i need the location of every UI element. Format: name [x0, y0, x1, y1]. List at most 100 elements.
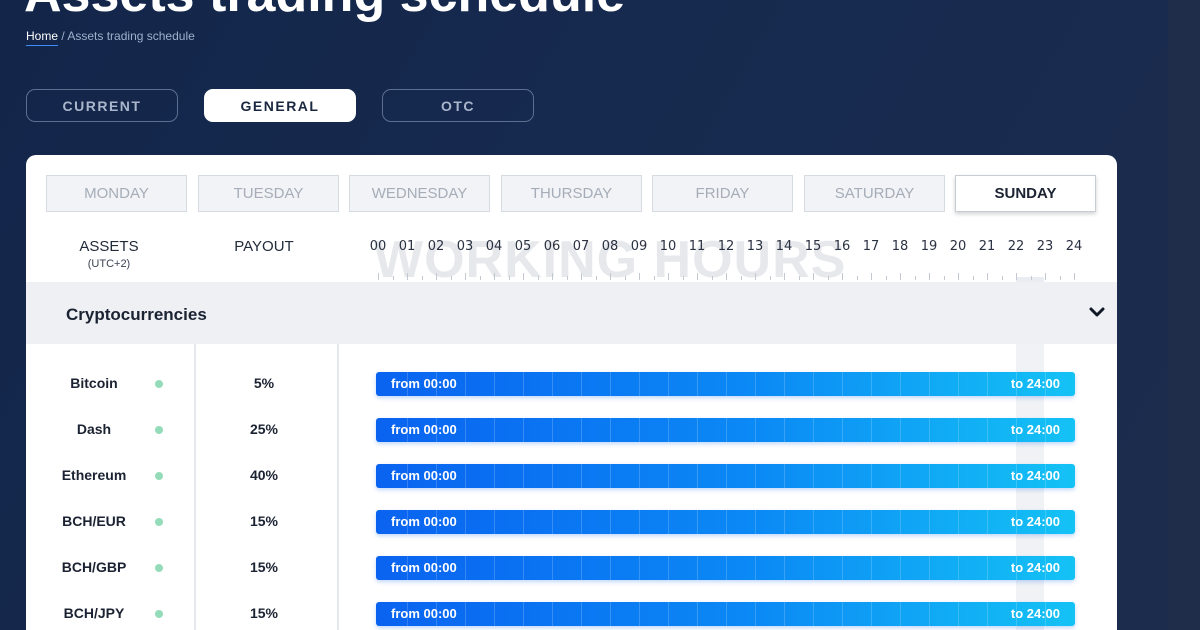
bar-hour-divider: [900, 372, 901, 396]
bar-hour-divider: [639, 464, 640, 488]
half-hour-tick: [508, 276, 510, 280]
bar-hour-divider: [813, 464, 814, 488]
hour-tick: [755, 273, 756, 280]
hour-tick: [958, 273, 959, 280]
day-tab-thursday[interactable]: THURSDAY: [501, 175, 642, 212]
asset-name: Dash: [76, 421, 112, 437]
hour-tick: [436, 273, 437, 280]
half-hour-tick: [566, 276, 568, 280]
bar-hour-divider: [755, 602, 756, 626]
half-hour-tick: [943, 276, 945, 280]
bar-hour-divider: [900, 418, 901, 442]
asset-payout: 5%: [253, 375, 275, 391]
asset-status-dot: [155, 610, 163, 618]
hour-tick: [987, 273, 988, 280]
bar-hour-divider: [813, 556, 814, 580]
asset-name: BCH/JPY: [63, 605, 125, 621]
asset-payout: 15%: [249, 605, 279, 621]
bar-hour-divider: [610, 418, 611, 442]
chevron-down-icon[interactable]: [1088, 305, 1106, 319]
trading-hours-bar: from 00:00 to 24:00: [376, 418, 1075, 442]
bar-hour-divider: [581, 556, 582, 580]
bar-from-label: from 00:00: [391, 514, 457, 529]
half-hour-tick: [827, 276, 829, 280]
bar-hour-divider: [610, 372, 611, 396]
asset-status-dot: [155, 564, 163, 572]
bar-hour-divider: [581, 602, 582, 626]
bar-hour-divider: [871, 602, 872, 626]
bar-hour-divider: [726, 602, 727, 626]
bar-hour-divider: [494, 602, 495, 626]
day-tab-friday[interactable]: FRIDAY: [652, 175, 793, 212]
half-hour-tick: [1030, 276, 1032, 280]
trading-hours-bar: from 00:00 to 24:00: [376, 510, 1075, 534]
asset-payout: 25%: [249, 421, 279, 437]
day-tab-sunday[interactable]: SUNDAY: [955, 175, 1096, 212]
tab-otc[interactable]: OTC: [382, 89, 534, 122]
day-tab-wednesday[interactable]: WEDNESDAY: [349, 175, 490, 212]
bar-hour-divider: [755, 372, 756, 396]
bar-hour-divider: [813, 372, 814, 396]
bar-hour-divider: [552, 372, 553, 396]
breadcrumb-home-link[interactable]: Home: [26, 29, 59, 46]
assets-column-header: ASSETS (UTC+2): [66, 238, 152, 270]
bar-to-label: to 24:00: [1010, 422, 1060, 437]
timezone-label: (UTC+2): [87, 258, 131, 270]
hour-label: 01: [398, 239, 416, 254]
bar-to-label: to 24:00: [1010, 468, 1060, 483]
hour-label: 19: [920, 239, 938, 254]
hour-label: 10: [659, 239, 677, 254]
bar-hour-divider: [697, 510, 698, 534]
hour-label: 03: [456, 239, 474, 254]
bar-hour-divider: [726, 556, 727, 580]
bar-hour-divider: [552, 510, 553, 534]
bar-hour-divider: [784, 372, 785, 396]
day-tab-tuesday[interactable]: TUESDAY: [198, 175, 339, 212]
bar-hour-divider: [929, 556, 930, 580]
hour-label: 18: [891, 239, 909, 254]
bar-hour-divider: [639, 418, 640, 442]
bar-hour-divider: [958, 556, 959, 580]
day-tab-monday[interactable]: MONDAY: [46, 175, 187, 212]
asset-payout: 40%: [249, 467, 279, 483]
bar-hour-divider: [610, 556, 611, 580]
half-hour-tick: [479, 276, 481, 280]
hour-tick: [407, 273, 408, 280]
trading-hours-bar: from 00:00 to 24:00: [376, 602, 1075, 626]
bar-hour-divider: [900, 602, 901, 626]
page-title: Assets trading schedule: [24, 0, 625, 24]
bar-hour-divider: [465, 464, 466, 488]
bar-hour-divider: [842, 510, 843, 534]
bar-hour-divider: [755, 418, 756, 442]
tab-current[interactable]: CURRENT: [26, 89, 178, 122]
bar-hour-divider: [610, 510, 611, 534]
bar-hour-divider: [958, 510, 959, 534]
tab-general[interactable]: GENERAL: [204, 89, 356, 122]
hour-tick: [465, 273, 466, 280]
bar-hour-divider: [726, 510, 727, 534]
bar-hour-divider: [929, 418, 930, 442]
hour-label: 00: [369, 239, 387, 254]
column-divider: [337, 344, 339, 630]
bar-hour-divider: [929, 510, 930, 534]
bar-hour-divider: [842, 602, 843, 626]
bar-hour-divider: [523, 464, 524, 488]
bar-hour-divider: [581, 464, 582, 488]
schedule-card: MONDAY TUESDAY WEDNESDAY THURSDAY FRIDAY…: [26, 155, 1117, 630]
hour-tick: [842, 273, 843, 280]
bar-hour-divider: [639, 602, 640, 626]
hour-label: 16: [833, 239, 851, 254]
hour-label: 21: [978, 239, 996, 254]
bar-hour-divider: [842, 464, 843, 488]
bar-hour-divider: [784, 464, 785, 488]
day-tab-saturday[interactable]: SATURDAY: [804, 175, 945, 212]
bar-hour-divider: [494, 510, 495, 534]
half-hour-tick: [711, 276, 713, 280]
half-hour-tick: [624, 276, 626, 280]
bar-hour-divider: [668, 602, 669, 626]
half-hour-tick: [885, 276, 887, 280]
bar-hour-divider: [987, 602, 988, 626]
bar-hour-divider: [523, 602, 524, 626]
asset-name: BCH/EUR: [62, 513, 126, 529]
asset-status-dot: [155, 472, 163, 480]
